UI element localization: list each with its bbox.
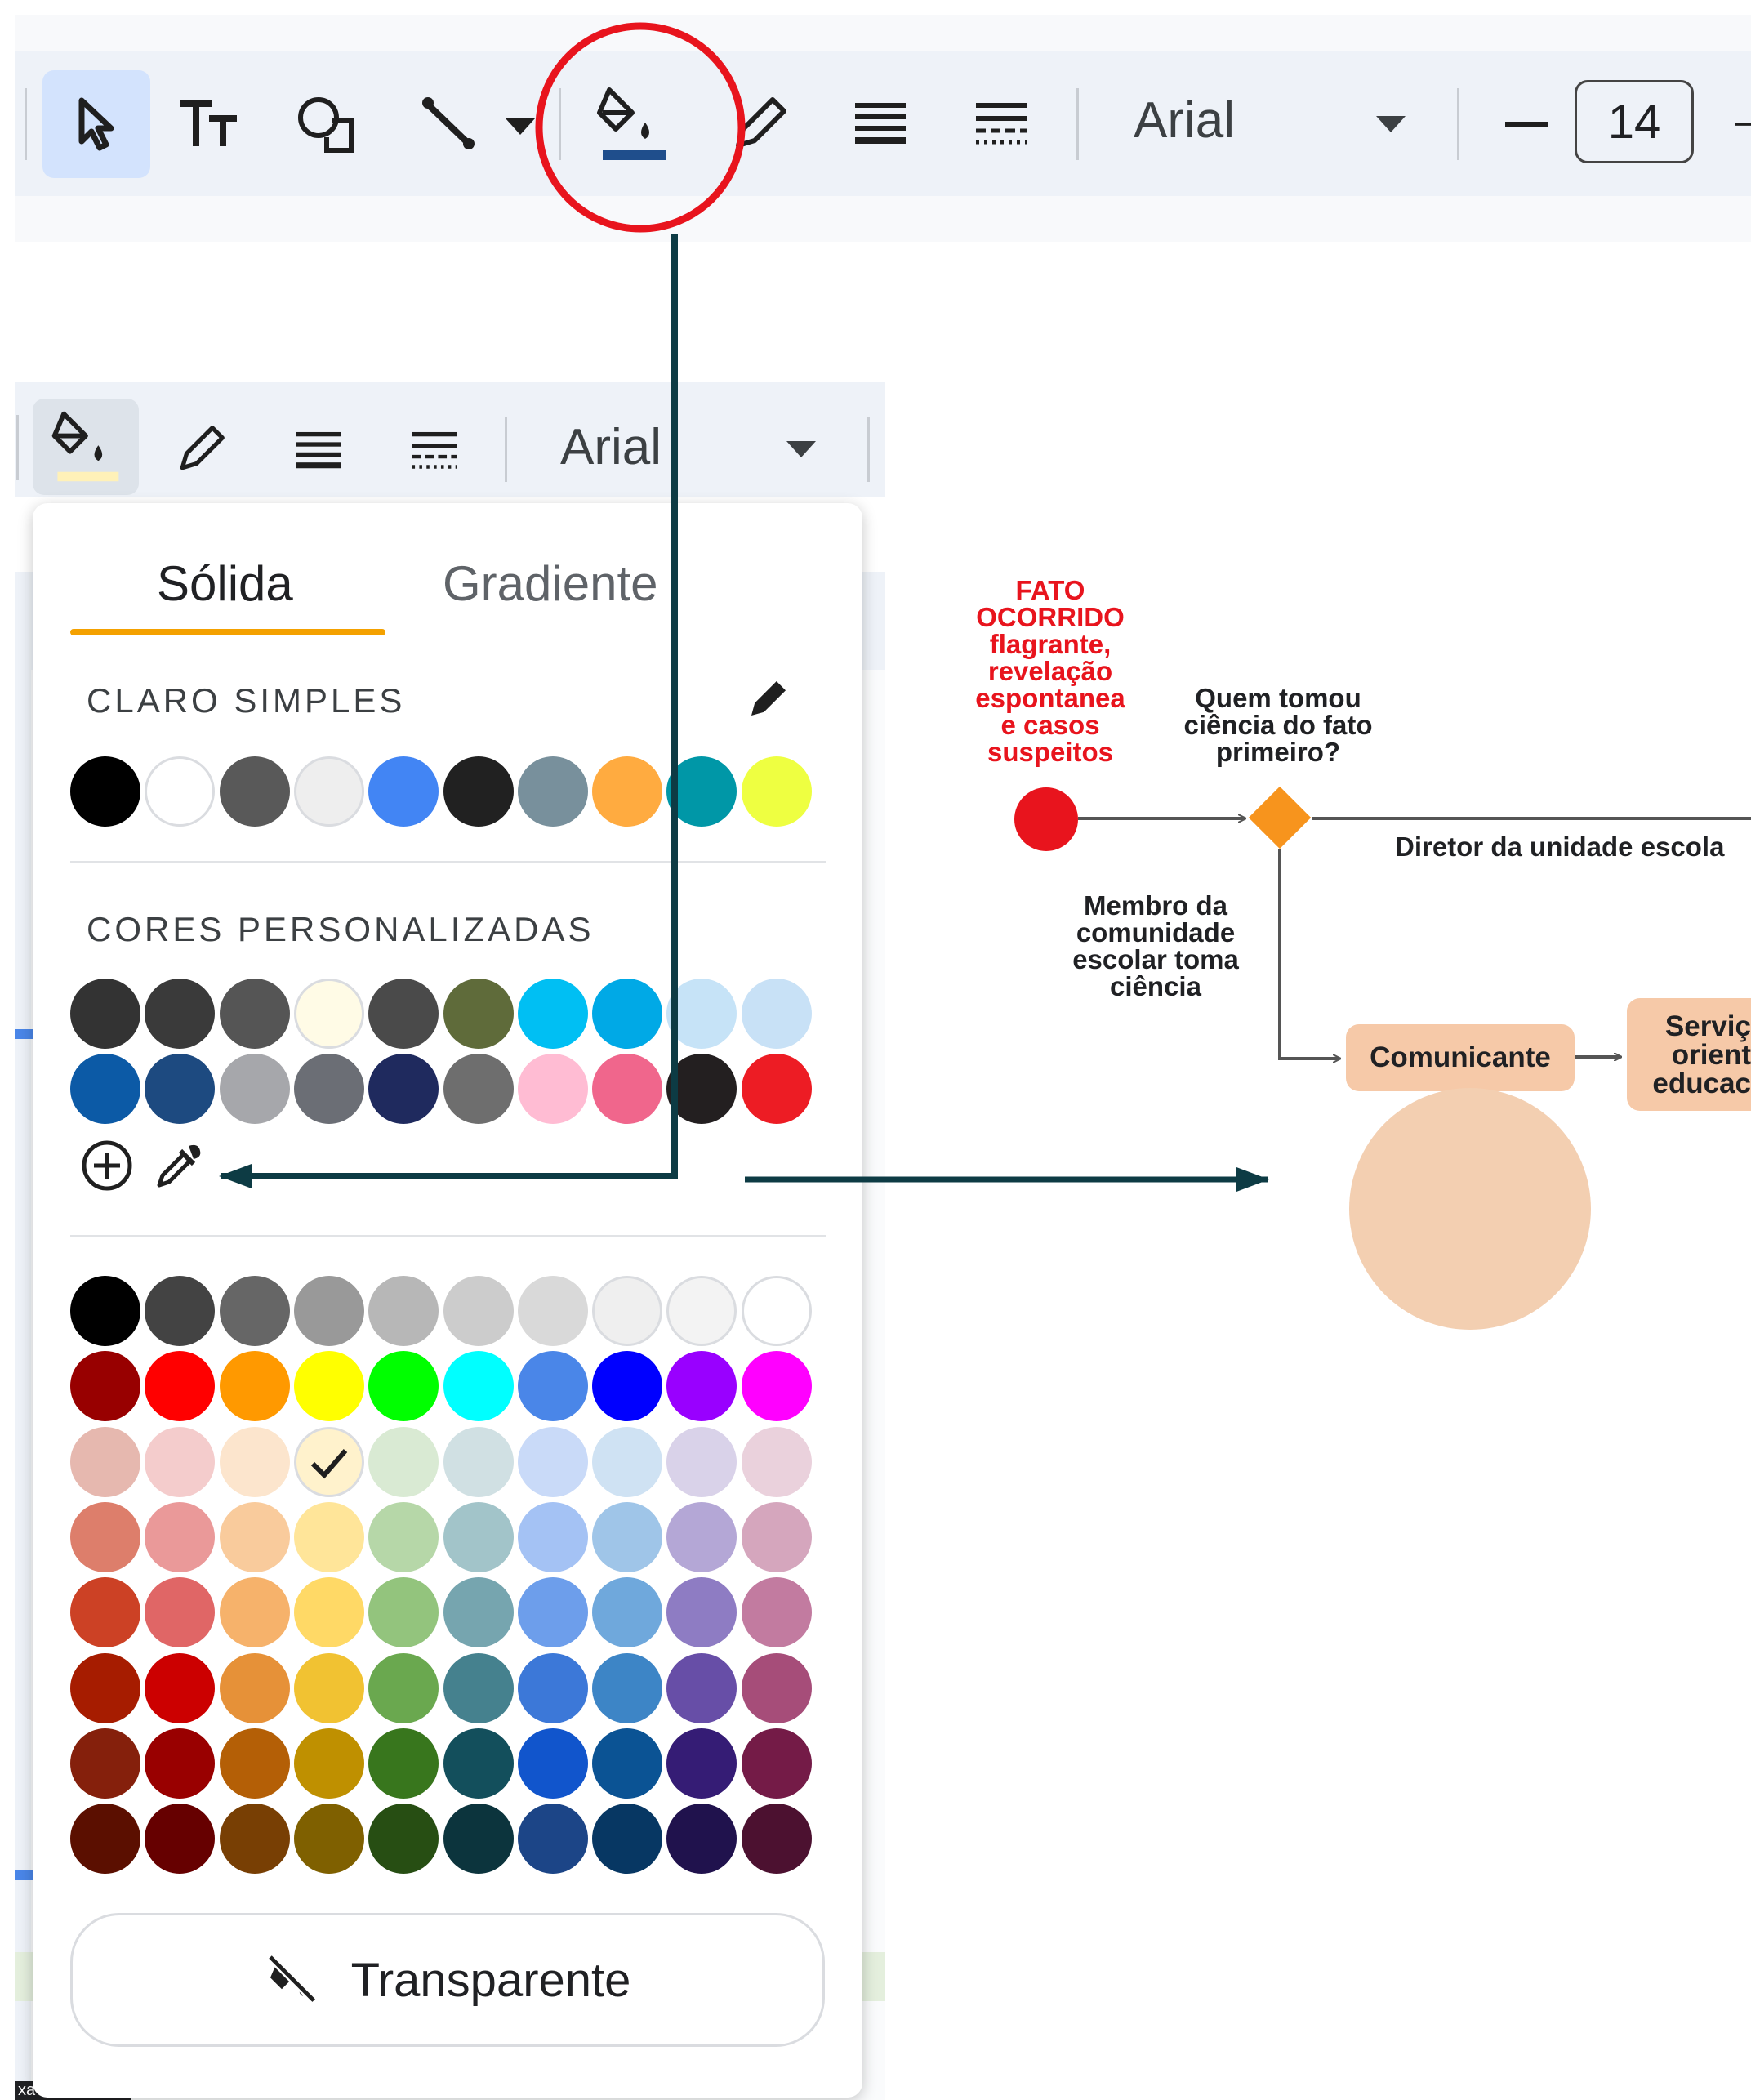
annotation-arrow-to-eyedropper [219, 234, 678, 1188]
highlight-ring [535, 22, 746, 233]
annotation-overlay [219, 22, 1751, 1192]
flow-connectors [1078, 818, 1751, 1059]
